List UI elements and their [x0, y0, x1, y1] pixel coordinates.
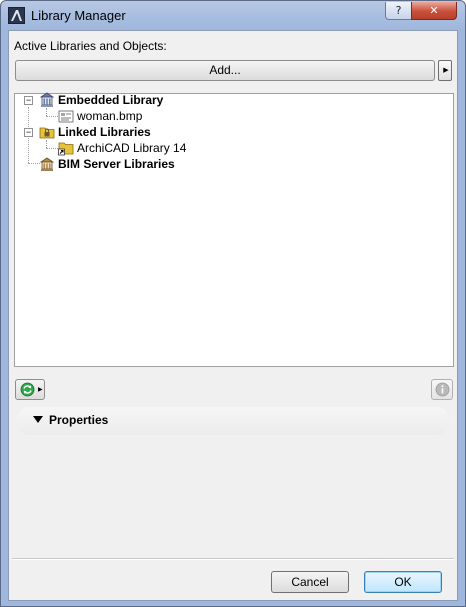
linked-folder-icon	[58, 140, 74, 156]
image-file-icon	[58, 108, 74, 124]
tree-node-label: woman.bmp	[77, 109, 143, 123]
tree-connector	[46, 116, 58, 117]
lock-folder-icon	[39, 124, 55, 140]
library-tree[interactable]: − Embedded Library woman.bmp − Linked Li…	[14, 92, 454, 367]
info-icon	[435, 382, 450, 400]
tree-connector	[46, 108, 47, 116]
ok-button[interactable]: OK	[364, 571, 442, 593]
add-library-button[interactable]: Add...	[15, 60, 435, 81]
info-button[interactable]	[431, 379, 453, 400]
close-button[interactable]: ✕	[411, 2, 457, 20]
tree-node-label: ArchiCAD Library 14	[77, 141, 187, 155]
window-title: Library Manager	[31, 8, 126, 23]
properties-label: Properties	[49, 413, 109, 427]
title-bar[interactable]: Library Manager ? ✕	[1, 1, 465, 30]
help-button[interactable]: ?	[385, 2, 412, 20]
tree-connector	[46, 148, 58, 149]
tree-connector	[46, 140, 47, 148]
tree-expander-linked[interactable]: −	[24, 128, 33, 137]
tree-expander-embedded[interactable]: −	[24, 96, 33, 105]
add-menu-arrow-button[interactable]: ▶	[438, 60, 452, 81]
sync-icon	[20, 382, 35, 400]
library-manager-window: Library Manager ? ✕ Active Libraries and…	[0, 0, 466, 607]
footer-divider	[12, 558, 454, 560]
archicad-icon	[8, 7, 25, 24]
dialog-client-area: Active Libraries and Objects: Add... ▶ −	[8, 30, 458, 601]
chevron-right-icon: ▶	[38, 387, 43, 393]
active-libraries-label: Active Libraries and Objects:	[14, 39, 167, 53]
library-building-icon	[39, 92, 55, 108]
sync-libraries-button[interactable]: ▶	[15, 379, 45, 400]
cancel-button[interactable]: Cancel	[271, 571, 349, 593]
bim-server-library-icon	[39, 156, 55, 172]
tree-node-label: Embedded Library	[58, 93, 164, 107]
tree-node-label: Linked Libraries	[58, 125, 151, 139]
tree-node-label: BIM Server Libraries	[58, 157, 175, 171]
properties-section-header[interactable]: Properties	[17, 407, 449, 435]
triangle-down-icon	[33, 416, 43, 423]
chevron-right-icon: ▶	[443, 67, 449, 74]
